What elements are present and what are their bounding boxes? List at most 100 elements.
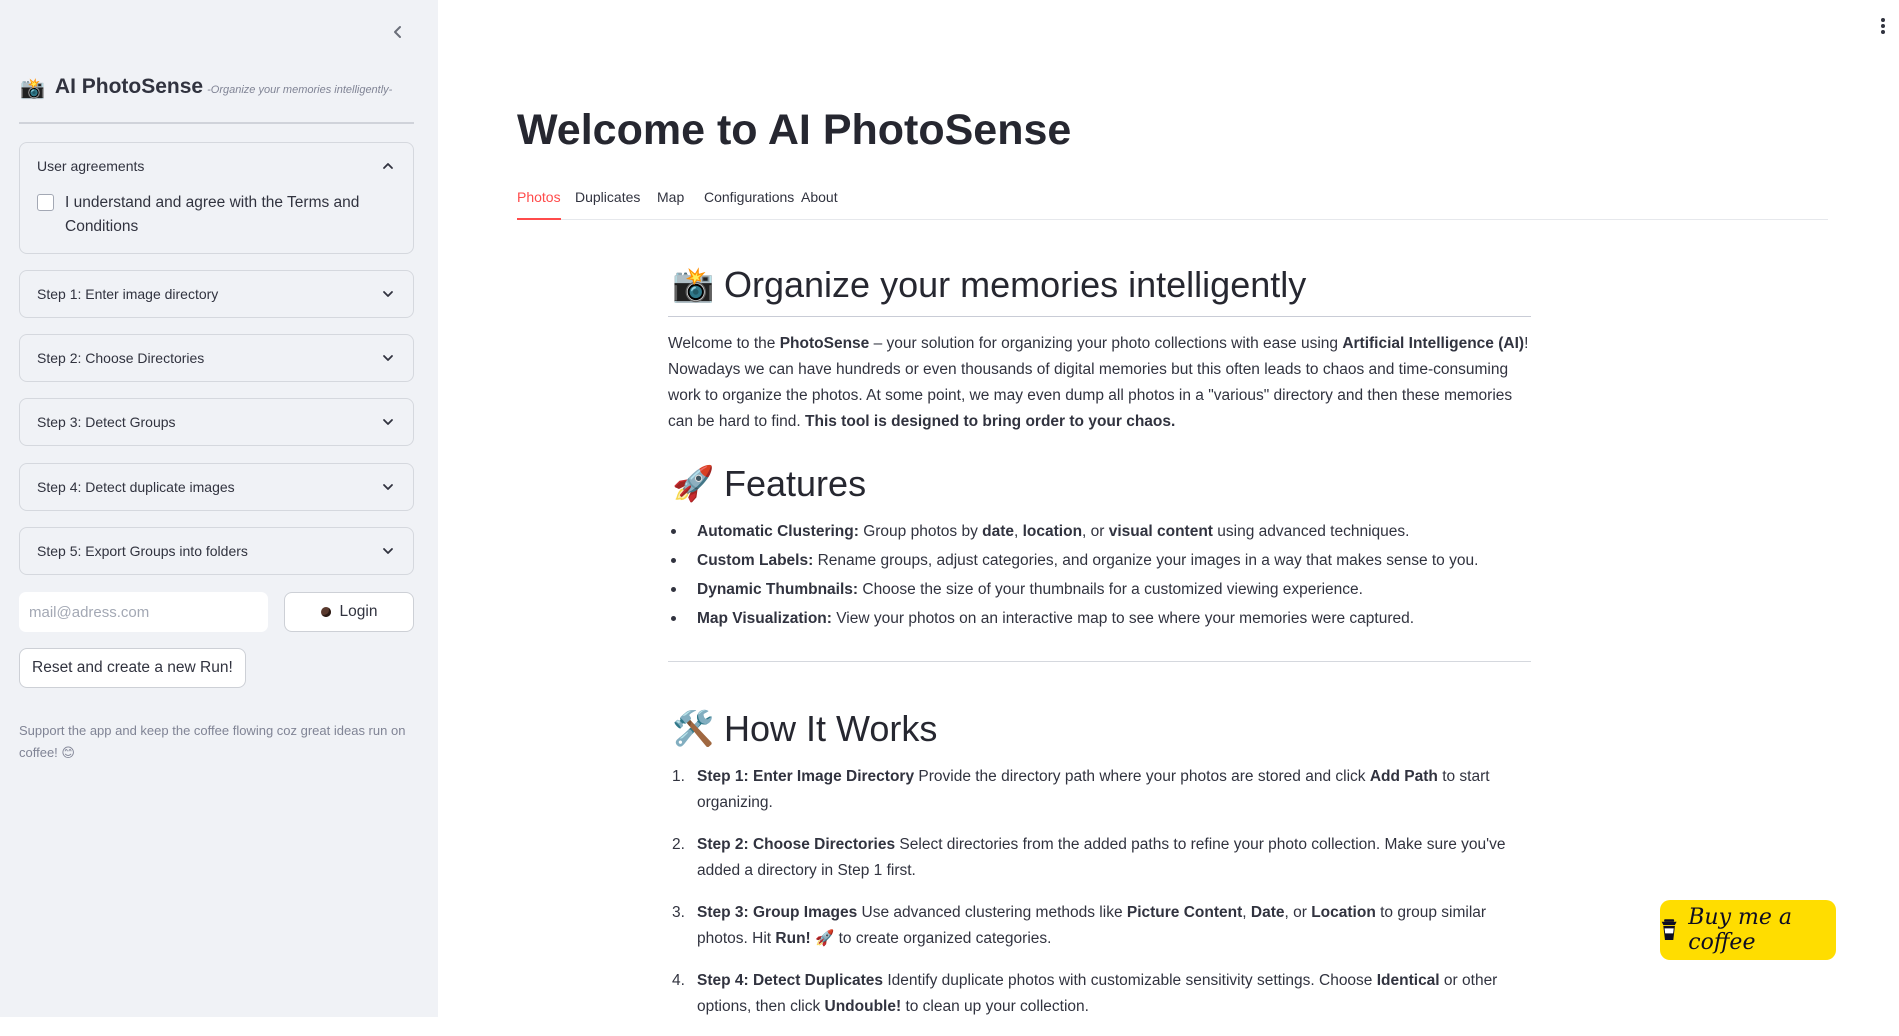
tab-photos[interactable]: Photos [517,186,561,220]
feature-bold: visual content [1108,523,1213,540]
login-button[interactable]: Login [284,592,414,632]
feature-item: Dynamic Thumbnails: Choose the size of y… [668,575,1531,604]
feature-text: Group photos by [858,523,983,540]
terms-checkbox[interactable] [37,194,54,211]
section-divider [668,661,1531,662]
terms-agreement-row: I understand and agree with the Terms an… [20,189,413,253]
feature-item: Automatic Clustering: Group photos by da… [668,517,1531,546]
step-title: Step 4: Detect Duplicates [697,972,884,989]
step-3-expander[interactable]: Step 3: Detect Groups [19,398,414,446]
tab-duplicates[interactable]: Duplicates [575,186,640,219]
step-3-header[interactable]: Step 3: Detect Groups [20,399,413,445]
how-it-works-steps: 1. Step 1: Enter Image Directory Provide … [668,764,1531,1020]
organize-heading: 📸 Organize your memories intelligently [668,264,1531,306]
step-2-label: Step 2: Choose Directories [37,350,205,366]
step-1-header[interactable]: Step 1: Enter image directory [20,271,413,317]
collapse-sidebar-button[interactable] [386,20,410,44]
step-4-expander[interactable]: Step 4: Detect duplicate images [19,463,414,511]
organize-heading-text: Organize your memories intelligently [724,264,1307,305]
step-item: 1. Step 1: Enter Image Directory Provide … [668,764,1531,816]
step-2-header[interactable]: Step 2: Choose Directories [20,335,413,381]
feature-text: View your photos on an interactive map t… [831,610,1415,627]
step-text: , or [1284,904,1312,921]
step-text: Provide the directory path where your ph… [914,768,1370,785]
intro-text: Welcome to the [668,335,780,352]
intro-paragraph: Welcome to the PhotoSense – your solutio… [668,331,1531,435]
intro-bold: This tool is designed to bring order to … [805,413,1176,430]
chevron-down-icon [383,548,393,554]
step-5-label: Step 5: Export Groups into folders [37,543,248,559]
step-bold: Undouble! [824,998,902,1015]
main-menu-button[interactable] [1881,18,1887,36]
step-title: Step 3: Group Images [697,904,858,921]
user-agreements-title: User agreements [37,158,145,174]
tab-configurations[interactable]: Configurations [704,186,794,219]
feature-text: , or [1082,523,1109,540]
feature-item: Custom Labels: Rename groups, adjust cat… [668,546,1531,575]
user-agreements-expander: User agreements I understand and agree w… [19,142,414,254]
how-it-works-heading: 🛠️ How It Works [668,708,1531,750]
feature-item: Map Visualization: View your photos on a… [668,604,1531,633]
chevron-down-icon [383,419,393,425]
reset-run-button[interactable]: Reset and create a new Run! [19,648,246,688]
login-button-label: Login [339,603,378,620]
step-bold: Picture Content [1126,904,1243,921]
heading-divider [668,316,1531,317]
intro-text: – your solution for organizing your phot… [869,335,1343,352]
menu-dot [1881,24,1885,28]
step-text: Use advanced clustering methods like [857,904,1127,921]
user-agreements-header[interactable]: User agreements [20,143,413,189]
rocket-icon: 🚀 [672,465,715,503]
step-1-expander[interactable]: Step 1: Enter image directory [19,270,414,318]
features-heading: 🚀 Features [668,463,1531,505]
intro-bold: Artificial Intelligence (AI) [1342,335,1525,352]
chevron-down-icon [383,355,393,361]
feature-text: Choose the size of your thumbnails for a… [858,581,1363,598]
reset-run-label: Reset and create a new Run! [32,659,233,676]
camera-icon: 📸 [672,266,715,304]
camera-icon: 📸 [20,78,45,100]
step-text: to create organized categories. [834,930,1052,947]
step-number: 4. [672,972,685,989]
tab-map[interactable]: Map [657,186,684,219]
page-title: Welcome to AI PhotoSense [517,106,1072,154]
terms-checkbox-label[interactable]: I understand and agree with the Terms an… [65,191,395,239]
step-4-header[interactable]: Step 4: Detect duplicate images [20,464,413,510]
step-2-expander[interactable]: Step 2: Choose Directories [19,334,414,382]
email-input[interactable] [19,592,268,632]
feature-bold: location [1022,523,1083,540]
chevron-down-icon [383,291,393,297]
step-bold: Location [1311,904,1376,921]
feature-title: Dynamic Thumbnails: [697,581,859,598]
sidebar: 📸 AI PhotoSense -Organize your memories … [0,0,438,1017]
buy-me-a-coffee-button[interactable]: Buy me a coffee [1660,900,1836,960]
feature-text: using advanced techniques. [1212,523,1410,540]
chevron-down-icon [383,484,393,490]
app-title: AI PhotoSense [54,75,204,98]
step-3-label: Step 3: Detect Groups [37,414,176,430]
feature-bold: date [982,523,1014,540]
photos-tab-content: 📸 Organize your memories intelligently W… [668,264,1531,1036]
step-number: 2. [672,836,685,853]
step-text: , [1242,904,1251,921]
step-bold: Date [1250,904,1285,921]
step-text: Identify duplicate photos with customiza… [883,972,1377,989]
how-it-works-heading-text: How It Works [724,708,938,749]
step-bold: Run! 🚀 [775,930,835,947]
step-number: 3. [672,904,685,921]
step-item: 4. Step 4: Detect Duplicates Identify dup… [668,968,1531,1020]
menu-dot [1881,18,1885,22]
support-text: Support the app and keep the coffee flow… [19,723,406,760]
app-tagline: -Organize your memories intelligently- [207,84,393,96]
app-brand: 📸 AI PhotoSense -Organize your memories … [20,74,393,100]
step-5-expander[interactable]: Step 5: Export Groups into folders [19,527,414,575]
tab-about[interactable]: About [801,186,838,219]
feature-title: Custom Labels: [697,552,814,569]
menu-dot [1881,30,1885,34]
step-5-header[interactable]: Step 5: Export Groups into folders [20,528,413,574]
feature-text: , [1014,523,1023,540]
brand-divider [19,122,414,124]
step-number: 1. [672,768,685,785]
chevron-up-icon [383,163,393,169]
intro-bold: PhotoSense [779,335,870,352]
